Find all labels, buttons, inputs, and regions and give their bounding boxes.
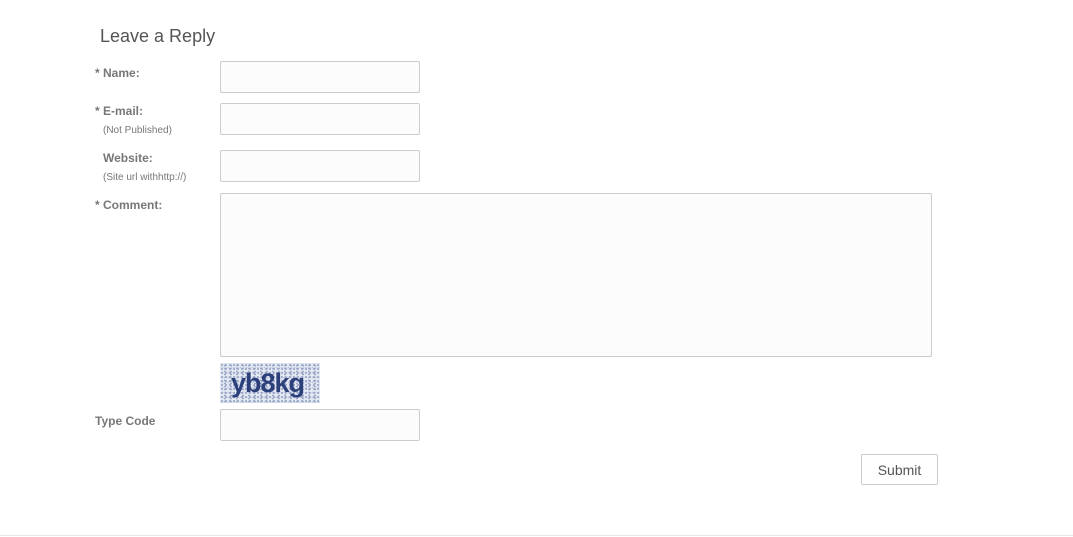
email-input[interactable] [220,103,420,135]
submit-button[interactable]: Submit [861,454,938,485]
website-input[interactable] [220,150,420,182]
captcha-code-input[interactable] [220,409,420,441]
email-note: (Not Published) [103,125,172,136]
reply-form-page: Leave a Reply * Name: * E-mail: (Not Pub… [0,0,1073,537]
website-note: (Site url withhttp://) [103,172,187,183]
email-label: * E-mail: [95,104,144,118]
form-title: Leave a Reply [100,26,216,46]
type-code-label: Type Code [95,414,156,428]
name-input[interactable] [220,61,420,93]
captcha-image: yb8kg [220,363,320,403]
bottom-divider [0,535,1073,536]
comment-label: * Comment: [95,198,163,212]
website-label: Website: [103,151,153,165]
comment-textarea[interactable] [220,193,932,357]
captcha-code-text: yb8kg [231,368,305,398]
name-label: * Name: [95,66,140,80]
